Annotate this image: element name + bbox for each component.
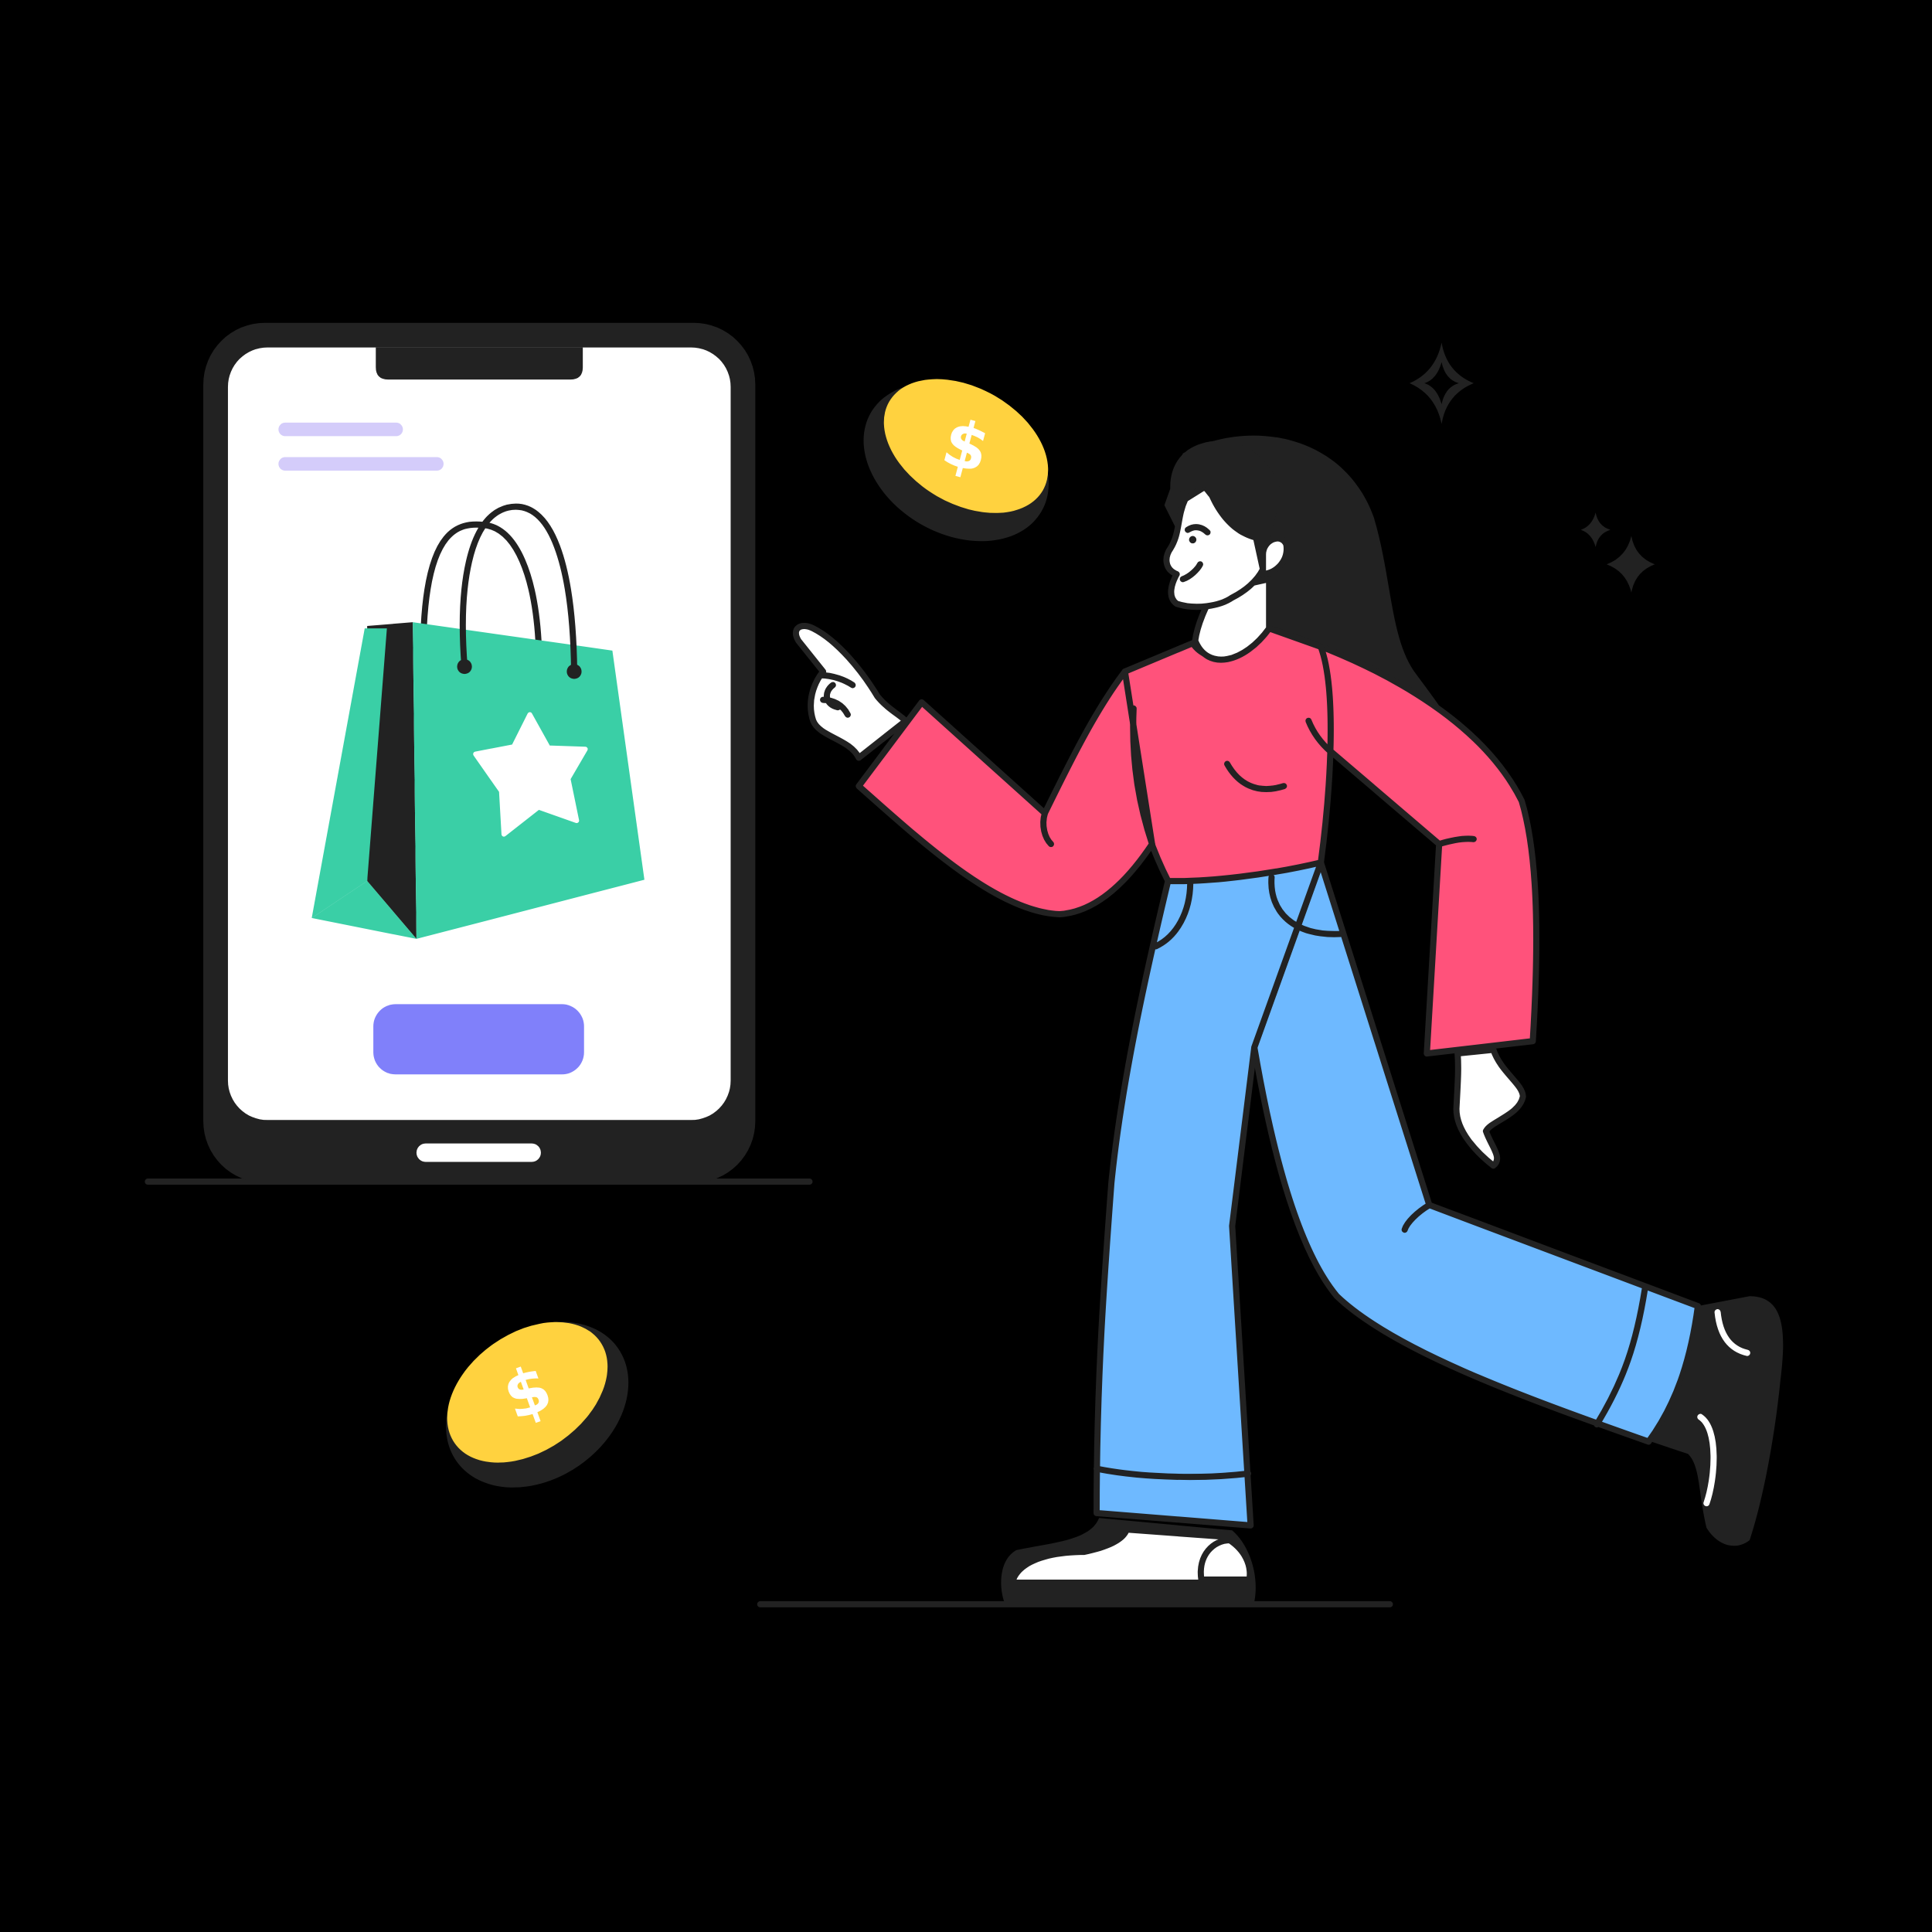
coin-bottom: $ <box>446 1321 629 1488</box>
handle-rivet-right <box>566 664 582 679</box>
phone-notch <box>376 347 583 380</box>
buy-button[interactable] <box>373 1004 584 1075</box>
sparkle-icon <box>1580 512 1611 547</box>
product-subtitle-placeholder <box>278 457 444 471</box>
shirt-torso <box>1121 625 1334 885</box>
shopping-illustration: $ $ <box>145 322 1784 1607</box>
handle-rivet-left <box>457 658 472 675</box>
woman-figure <box>792 435 1784 1602</box>
home-indicator <box>416 1143 541 1162</box>
coin-top: $ <box>863 379 1049 542</box>
hand-back <box>1453 1046 1526 1169</box>
eye <box>1189 536 1197 544</box>
sparkle-icon <box>1424 362 1459 404</box>
product-title-placeholder <box>278 422 403 437</box>
shirt-front-sleeve <box>855 668 1155 918</box>
sparkle-icon <box>1607 536 1655 593</box>
smartphone-icon <box>203 322 756 1183</box>
hand-pointing <box>792 623 909 761</box>
